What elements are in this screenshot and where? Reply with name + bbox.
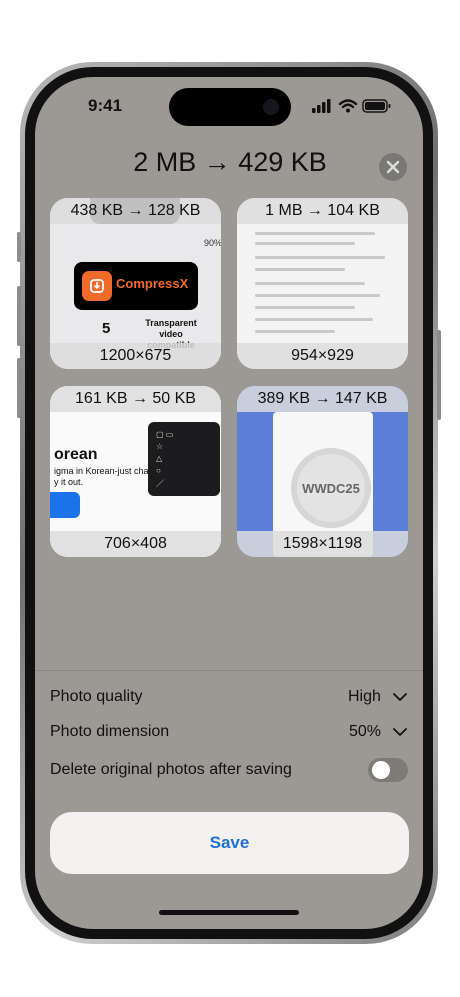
photo-card-4[interactable]: WWDC25 389 KB → 147 KB 1598×1198 [237, 386, 408, 557]
thumbnail-line [255, 232, 375, 235]
dimension-label: 1200×675 [50, 343, 221, 369]
menu-row: ○ [156, 466, 161, 475]
cellular-signal-icon [312, 99, 331, 113]
close-button[interactable] [379, 153, 407, 181]
save-button[interactable]: Save [50, 812, 409, 874]
volume-down-button [17, 358, 21, 418]
photo-card-3[interactable]: orean igma in Korean-just change y it ou… [50, 386, 221, 557]
action-button [17, 232, 21, 262]
delete-original-label: Delete original photos after saving [50, 761, 292, 778]
thumbnail-line [255, 318, 373, 321]
menu-row: ／ [156, 479, 164, 488]
status-time: 9:41 [88, 96, 123, 115]
compressx-logo-icon [82, 271, 112, 301]
size-reduction-label: 389 KB → 147 KB [237, 386, 408, 412]
thumbnail-line [255, 256, 385, 259]
toggle-knob [372, 761, 390, 779]
page-title: 2 MB → 429 KB [133, 147, 327, 177]
menu-row: △ [156, 454, 163, 463]
photo-quality-label: Photo quality [50, 688, 143, 705]
battery-icon [362, 99, 391, 113]
thumbnail-line [255, 282, 365, 285]
chevron-down-icon[interactable] [393, 692, 407, 702]
home-indicator [159, 910, 299, 915]
size-reduction-label: 1 MB → 104 KB [237, 198, 408, 224]
dynamic-island [169, 88, 291, 126]
photo-dimension-label: Photo dimension [50, 723, 170, 740]
photo-dimension-value[interactable]: 50% [349, 723, 381, 741]
wwdc-badge: WWDC25 [291, 448, 371, 528]
thumbnail-line [255, 330, 335, 333]
volume-up-button [17, 286, 21, 346]
divider [35, 670, 423, 671]
thumbnail-line [255, 294, 380, 297]
dimension-label: 954×929 [237, 343, 408, 369]
wwdc-text: WWDC25 [302, 480, 360, 496]
dimension-label: 706×408 [50, 531, 221, 557]
camera-icon [263, 99, 279, 115]
thumbnail-line [255, 306, 355, 309]
thumbnail-number: 5 [102, 320, 111, 337]
size-reduction-label: 161 KB → 50 KB [50, 386, 221, 412]
photo-card-2[interactable]: 1 MB → 104 KB 954×929 [237, 198, 408, 369]
wifi-icon [338, 99, 358, 113]
thumbnail-line [255, 242, 355, 245]
thumbnail-body: y it out. [54, 477, 84, 487]
photo-card-1[interactable]: 90% CompressX 5 Transparent video compat… [50, 198, 221, 369]
thumbnail-side-text: 90% [204, 238, 221, 248]
dimension-label: 1598×1198 [237, 531, 408, 557]
thumbnail-button [50, 492, 80, 518]
menu-row: ▢ ▭ [156, 430, 174, 439]
size-reduction-label: 438 KB → 128 KB [50, 198, 221, 224]
chevron-down-icon[interactable] [393, 727, 407, 737]
thumbnail-logo-text: CompressX [116, 276, 189, 291]
menu-row: ☆ [156, 442, 164, 451]
thumbnail-heading: orean [54, 446, 98, 463]
photo-quality-value[interactable]: High [348, 688, 381, 706]
power-button [437, 330, 441, 420]
status-icons [312, 98, 392, 114]
close-icon [386, 160, 400, 174]
thumbnail-line [255, 268, 345, 271]
thumbnail-menu: ▢ ▭ ☆ △ ○ ／ [148, 422, 220, 496]
